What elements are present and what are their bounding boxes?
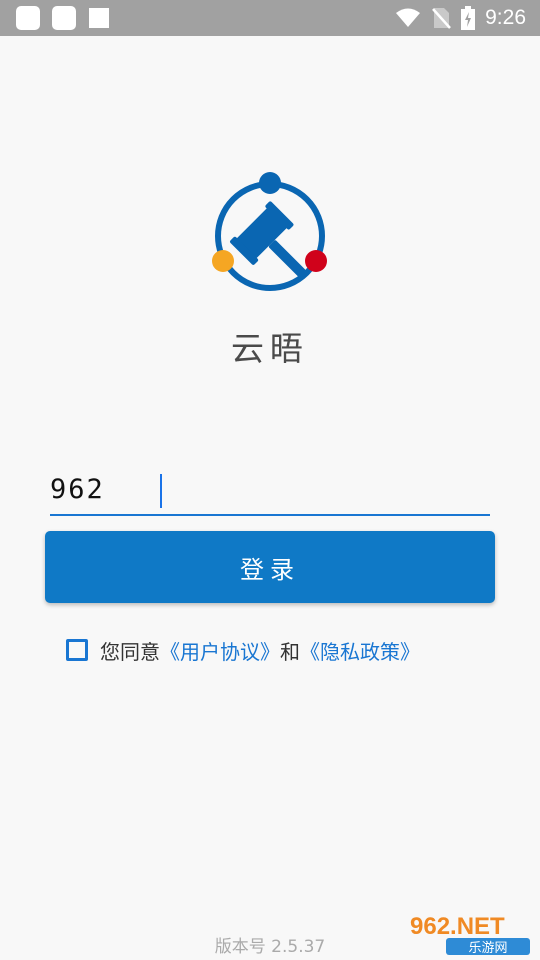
user-agreement-link[interactable]: 《用户协议》 [160,636,280,665]
watermark-bottom-text: 乐游网 [468,941,507,956]
watermark-logo-icon: 962.NET 乐游网 [410,913,530,956]
account-input[interactable] [50,466,490,512]
watermark-top-text: 962.NET [410,913,505,940]
agreement-and: 和 [280,639,300,664]
text-cursor [160,474,162,508]
agreement-row: 您同意 《用户协议》 和 《隐私政策》 [66,635,420,665]
notification-icon [16,6,40,30]
battery-icon [461,6,476,30]
notification-icon [89,8,109,28]
app-name: 云晤 [231,329,309,368]
agreement-checkbox[interactable] [66,639,88,661]
app-logo-icon [212,172,327,291]
status-time: 9:26 [485,6,526,29]
notification-icon [52,6,76,30]
agreement-prefix: 您同意 [100,639,160,664]
wifi-icon [396,8,421,27]
no-sim-icon [432,8,452,29]
privacy-policy-link[interactable]: 《隐私政策》 [300,636,420,665]
account-input-container[interactable] [50,466,490,516]
login-button[interactable]: 登录 [45,531,495,603]
status-bar: 9:26 [0,0,540,36]
